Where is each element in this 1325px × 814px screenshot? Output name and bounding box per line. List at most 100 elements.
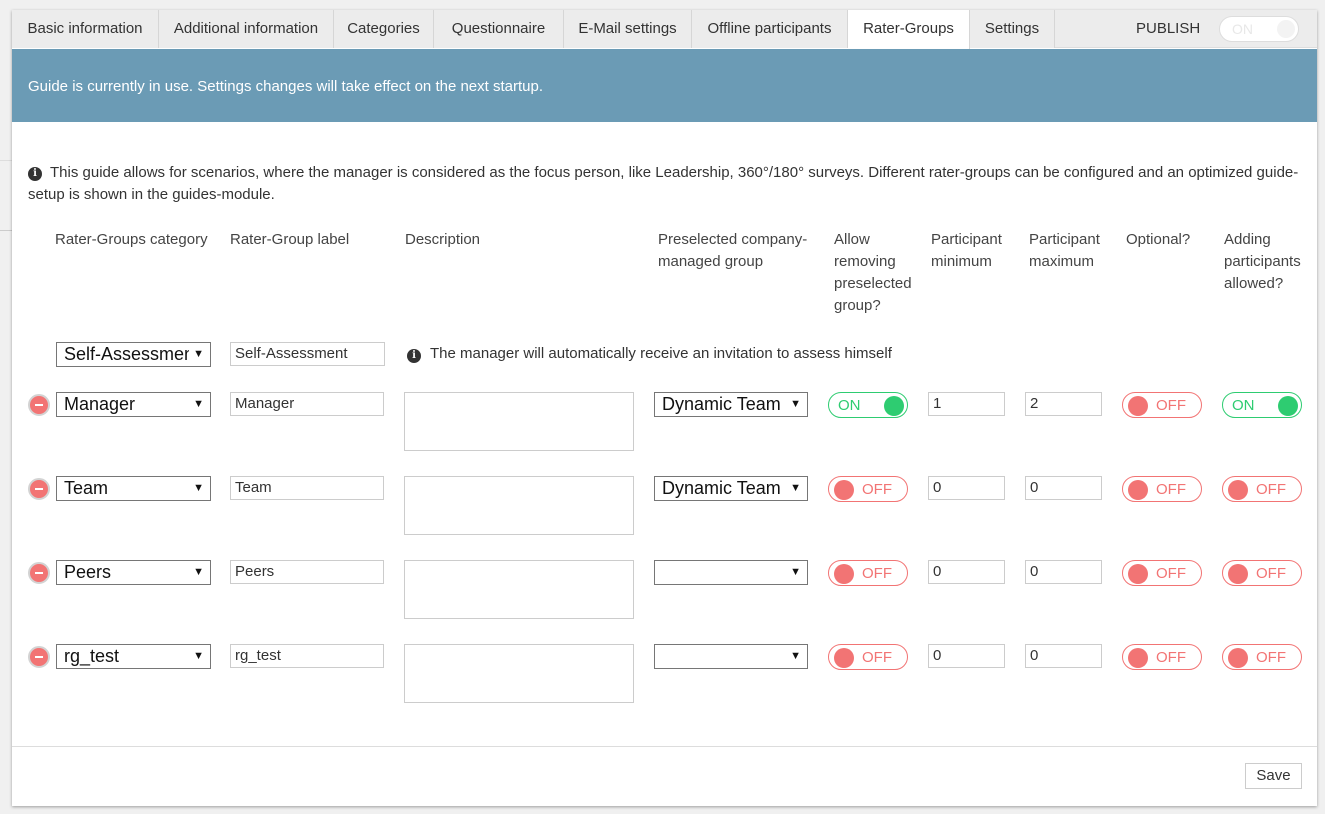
tab-bar: Basic information Additional information… [12, 10, 1317, 49]
toggle-text: OFF [862, 649, 892, 666]
participant-maximum-input[interactable]: 0 [1025, 644, 1102, 668]
tab-categories[interactable]: Categories [334, 10, 434, 48]
remove-row-button[interactable] [28, 562, 50, 584]
participant-maximum-input[interactable]: 0 [1025, 560, 1102, 584]
tab-email-settings[interactable]: E-Mail settings [564, 10, 692, 48]
tab-basic-information[interactable]: Basic information [12, 10, 159, 48]
toggle-text: OFF [862, 481, 892, 498]
header-description: Description [405, 231, 481, 248]
toggle-text: OFF [1156, 565, 1186, 582]
header-category: Rater-Groups category [55, 231, 208, 248]
label-input[interactable]: Self-Assessment [230, 342, 385, 366]
category-select-value: rg_test [64, 646, 120, 666]
allow-removing-toggle[interactable]: ON [828, 392, 908, 418]
toggle-text: ON [1232, 397, 1255, 414]
adding-participants-toggle[interactable]: ON [1222, 392, 1302, 418]
label-input[interactable]: Team [230, 476, 384, 500]
preselected-select[interactable]: ▼ [654, 644, 808, 669]
toggle-knob [1228, 564, 1248, 584]
category-select-value: Peers [64, 562, 112, 582]
header-max: Participant maximum [1029, 231, 1100, 270]
participant-maximum-input[interactable]: 0 [1025, 476, 1102, 500]
publish-label: PUBLISH [1136, 20, 1201, 37]
description-textarea[interactable] [404, 392, 634, 451]
description-textarea[interactable] [404, 644, 634, 703]
tab-rater-groups[interactable]: Rater-Groups [848, 10, 970, 49]
optional-toggle[interactable]: OFF [1122, 644, 1202, 670]
info-icon: i [28, 167, 42, 181]
toggle-knob [1228, 648, 1248, 668]
toggle-knob [1228, 480, 1248, 500]
adding-participants-toggle[interactable]: OFF [1222, 644, 1302, 670]
toggle-knob [1277, 20, 1295, 38]
toggle-knob [1278, 396, 1298, 416]
dropdown-arrow-icon: ▼ [189, 393, 204, 416]
preselected-select[interactable]: Dynamic Team ▼ [654, 392, 808, 417]
optional-toggle[interactable]: OFF [1122, 476, 1202, 502]
category-select-value: Self-Assessment [64, 344, 200, 364]
preselected-select[interactable]: ▼ [654, 560, 808, 585]
toggle-knob [1128, 648, 1148, 668]
header-adding: Adding participants allowed? [1224, 231, 1301, 292]
toggle-knob [1128, 396, 1148, 416]
category-select[interactable]: Peers ▼ [56, 560, 211, 585]
allow-removing-toggle[interactable]: OFF [828, 560, 908, 586]
remove-row-button[interactable] [28, 646, 50, 668]
tab-offline-participants[interactable]: Offline participants [692, 10, 848, 48]
category-select-value: Manager [64, 394, 136, 414]
optional-toggle[interactable]: OFF [1122, 560, 1202, 586]
category-select[interactable]: Manager ▼ [56, 392, 211, 417]
tab-questionnaire[interactable]: Questionnaire [434, 10, 564, 48]
dropdown-arrow-icon: ▼ [189, 343, 204, 366]
participant-minimum-input[interactable]: 0 [928, 644, 1005, 668]
publish-toggle-text: ON [1232, 21, 1253, 37]
adding-participants-toggle[interactable]: OFF [1222, 560, 1302, 586]
dropdown-arrow-icon: ▼ [189, 561, 204, 584]
allow-removing-toggle[interactable]: OFF [828, 476, 908, 502]
category-select[interactable]: Team ▼ [56, 476, 211, 501]
preselected-select-value: Dynamic Team [662, 478, 781, 498]
label-input[interactable]: Peers [230, 560, 384, 584]
category-select[interactable]: Self-Assessment ▼ [56, 342, 211, 367]
participant-maximum-input[interactable]: 2 [1025, 392, 1102, 416]
dropdown-arrow-icon: ▼ [189, 645, 204, 668]
participant-minimum-input[interactable]: 0 [928, 560, 1005, 584]
allow-removing-toggle[interactable]: OFF [828, 644, 908, 670]
dropdown-arrow-icon: ▼ [189, 477, 204, 500]
in-use-banner: Guide is currently in use. Settings chan… [12, 49, 1317, 122]
label-input[interactable]: Manager [230, 392, 384, 416]
dropdown-arrow-icon: ▼ [786, 645, 801, 668]
header-allow-removing: Allow removing preselected group? [834, 231, 912, 314]
self-assessment-note: i The manager will automatically receive … [407, 345, 892, 363]
preselected-select[interactable]: Dynamic Team ▼ [654, 476, 808, 501]
remove-row-button[interactable] [28, 478, 50, 500]
participant-minimum-input[interactable]: 0 [928, 476, 1005, 500]
optional-toggle[interactable]: OFF [1122, 392, 1202, 418]
toggle-text: ON [838, 397, 861, 414]
tab-settings[interactable]: Settings [970, 10, 1055, 48]
category-select[interactable]: rg_test ▼ [56, 644, 211, 669]
dropdown-arrow-icon: ▼ [786, 477, 801, 500]
header-preselected: Preselected company-managed group [658, 231, 808, 270]
remove-row-button[interactable] [28, 394, 50, 416]
header-optional: Optional? [1126, 231, 1191, 248]
toggle-text: OFF [862, 565, 892, 582]
publish-toggle[interactable]: ON [1219, 16, 1299, 42]
toggle-knob [834, 564, 854, 584]
toggle-knob [1128, 564, 1148, 584]
participant-minimum-input[interactable]: 1 [928, 392, 1005, 416]
main-panel: Basic information Additional information… [12, 10, 1317, 806]
toggle-text: OFF [1156, 649, 1186, 666]
description-textarea[interactable] [404, 476, 634, 535]
label-input[interactable]: rg_test [230, 644, 384, 668]
header-min: Participant minimum [931, 231, 1002, 270]
adding-participants-toggle[interactable]: OFF [1222, 476, 1302, 502]
dropdown-arrow-icon: ▼ [786, 561, 801, 584]
banner-text: Guide is currently in use. Settings chan… [28, 78, 544, 95]
save-button[interactable]: Save [1245, 763, 1302, 789]
info-icon: i [407, 349, 421, 363]
description-textarea[interactable] [404, 560, 634, 619]
category-select-value: Team [64, 478, 109, 498]
guide-info: i This guide allows for scenarios, where … [28, 162, 1308, 206]
tab-additional-information[interactable]: Additional information [159, 10, 334, 48]
